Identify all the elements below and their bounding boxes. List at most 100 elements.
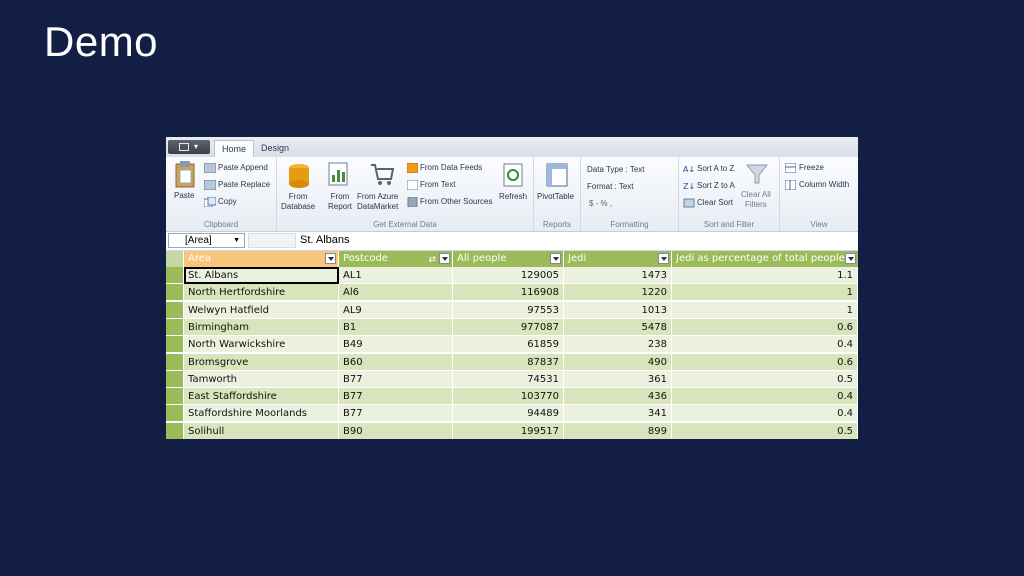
- cell-postcode[interactable]: B90: [339, 422, 453, 439]
- filter-dropdown-icon[interactable]: [845, 253, 856, 264]
- column-width-button[interactable]: Column Width: [799, 180, 849, 190]
- row-selector[interactable]: [166, 267, 184, 284]
- select-all-corner[interactable]: [166, 251, 184, 267]
- cell-all-people[interactable]: 103770: [453, 388, 564, 406]
- cell-jedi-percentage[interactable]: 0.4: [672, 388, 858, 406]
- filter-dropdown-icon[interactable]: [658, 253, 669, 264]
- from-other-sources-button[interactable]: From Other Sources: [420, 197, 492, 207]
- cell-jedi[interactable]: 238: [564, 336, 672, 354]
- cell-jedi[interactable]: 1473: [564, 267, 672, 284]
- cell-postcode[interactable]: AL1: [339, 267, 453, 284]
- cell-all-people[interactable]: 74531: [453, 370, 564, 388]
- cell-area[interactable]: North Warwickshire: [184, 336, 339, 354]
- row-selector[interactable]: [166, 422, 184, 439]
- cell-postcode[interactable]: AL9: [339, 301, 453, 319]
- cell-jedi[interactable]: 899: [564, 422, 672, 439]
- paste-replace-button[interactable]: Paste Replace: [218, 180, 270, 190]
- from-database-button[interactable]: From Database: [281, 192, 315, 212]
- clear-all-filters-button[interactable]: Clear All Filters: [741, 190, 771, 210]
- cell-postcode[interactable]: B77: [339, 388, 453, 406]
- pivottable-button[interactable]: PivotTable: [537, 192, 574, 202]
- cell-postcode[interactable]: Al6: [339, 284, 453, 302]
- cell-all-people[interactable]: 61859: [453, 336, 564, 354]
- paste-append-button[interactable]: Paste Append: [218, 163, 268, 173]
- column-header-postcode[interactable]: Postcode ⇄: [339, 251, 453, 267]
- refresh-button[interactable]: Refresh: [499, 192, 527, 202]
- cell-jedi[interactable]: 1013: [564, 301, 672, 319]
- cell-jedi[interactable]: 1220: [564, 284, 672, 302]
- cell-jedi-percentage[interactable]: 1: [672, 284, 858, 302]
- cell-all-people[interactable]: 129005: [453, 267, 564, 284]
- sort-z-to-a-button[interactable]: Sort Z to A: [697, 181, 735, 191]
- row-selector[interactable]: [166, 301, 184, 319]
- cell-postcode[interactable]: B49: [339, 336, 453, 354]
- filter-dropdown-icon[interactable]: [325, 253, 336, 264]
- row-selector[interactable]: [166, 405, 184, 423]
- cell-jedi-percentage[interactable]: 0.6: [672, 353, 858, 371]
- filter-dropdown-icon[interactable]: [439, 253, 450, 264]
- cell-area[interactable]: Birmingham: [184, 318, 339, 336]
- row-selector[interactable]: [166, 353, 184, 371]
- filter-dropdown-icon[interactable]: [550, 253, 561, 264]
- cell-all-people[interactable]: 87837: [453, 353, 564, 371]
- column-header-area[interactable]: Area: [184, 251, 339, 267]
- format-dropdown[interactable]: Format : Text: [587, 182, 634, 192]
- cell-jedi-percentage[interactable]: 1.1: [672, 267, 858, 284]
- cell-postcode[interactable]: B77: [339, 370, 453, 388]
- paste-button[interactable]: Paste: [174, 191, 194, 201]
- name-box[interactable]: [Area] ▼: [168, 233, 245, 248]
- cell-all-people[interactable]: 977087: [453, 318, 564, 336]
- cell-area[interactable]: East Staffordshire: [184, 388, 339, 406]
- row-selector[interactable]: [166, 284, 184, 302]
- cell-jedi-percentage[interactable]: 0.5: [672, 422, 858, 439]
- cell-jedi[interactable]: 5478: [564, 318, 672, 336]
- formula-value[interactable]: St. Albans: [300, 233, 350, 248]
- external-data-group: From Database From Report From Azure Dat…: [277, 157, 534, 231]
- cell-postcode[interactable]: B77: [339, 405, 453, 423]
- cell-area[interactable]: Staffordshire Moorlands: [184, 405, 339, 423]
- cell-all-people[interactable]: 97553: [453, 301, 564, 319]
- tab-design[interactable]: Design: [254, 140, 296, 157]
- row-selector[interactable]: [166, 336, 184, 354]
- copy-button[interactable]: Copy: [218, 197, 237, 207]
- freeze-dropdown[interactable]: Freeze: [799, 163, 824, 173]
- cell-jedi[interactable]: 436: [564, 388, 672, 406]
- cell-area[interactable]: St. Albans: [184, 267, 339, 284]
- other-sources-icon: [407, 197, 418, 207]
- cell-jedi-percentage[interactable]: 0.4: [672, 336, 858, 354]
- cell-area[interactable]: Solihull: [184, 422, 339, 439]
- file-menu-button[interactable]: ▾: [168, 140, 210, 154]
- from-report-button[interactable]: From Report: [328, 192, 352, 212]
- column-header-all-people[interactable]: All people: [453, 251, 564, 267]
- cell-area[interactable]: Tamworth: [184, 370, 339, 388]
- from-azure-button[interactable]: From Azure DataMarket: [357, 192, 398, 212]
- cell-jedi-percentage[interactable]: 0.4: [672, 405, 858, 423]
- cell-jedi[interactable]: 490: [564, 353, 672, 371]
- cell-area[interactable]: North Hertfordshire: [184, 284, 339, 302]
- cell-jedi[interactable]: 341: [564, 405, 672, 423]
- cell-jedi[interactable]: 361: [564, 370, 672, 388]
- row-selector[interactable]: [166, 318, 184, 336]
- tab-home[interactable]: Home: [214, 140, 255, 158]
- from-text-button[interactable]: From Text: [420, 180, 455, 190]
- cell-jedi-percentage[interactable]: 1: [672, 301, 858, 319]
- data-type-dropdown[interactable]: Data Type : Text: [587, 165, 645, 175]
- cell-all-people[interactable]: 94489: [453, 405, 564, 423]
- cell-all-people[interactable]: 116908: [453, 284, 564, 302]
- column-header-jedi[interactable]: Jedi: [564, 251, 672, 267]
- sort-a-to-z-button[interactable]: Sort A to Z: [697, 164, 734, 174]
- cart-icon: [371, 164, 395, 185]
- cell-area[interactable]: Bromsgrove: [184, 353, 339, 371]
- cell-all-people[interactable]: 199517: [453, 422, 564, 439]
- cell-postcode[interactable]: B1: [339, 318, 453, 336]
- cell-postcode[interactable]: B60: [339, 353, 453, 371]
- cell-jedi-percentage[interactable]: 0.5: [672, 370, 858, 388]
- row-selector[interactable]: [166, 370, 184, 388]
- clear-sort-button[interactable]: Clear Sort: [697, 198, 733, 208]
- number-format-buttons[interactable]: $ - % ,: [589, 199, 612, 209]
- cell-jedi-percentage[interactable]: 0.6: [672, 318, 858, 336]
- column-header-jedi-percentage[interactable]: Jedi as percentage of total people: [672, 251, 858, 267]
- row-selector[interactable]: [166, 388, 184, 406]
- from-data-feeds-button[interactable]: From Data Feeds: [420, 163, 482, 173]
- cell-area[interactable]: Welwyn Hatfield: [184, 301, 339, 319]
